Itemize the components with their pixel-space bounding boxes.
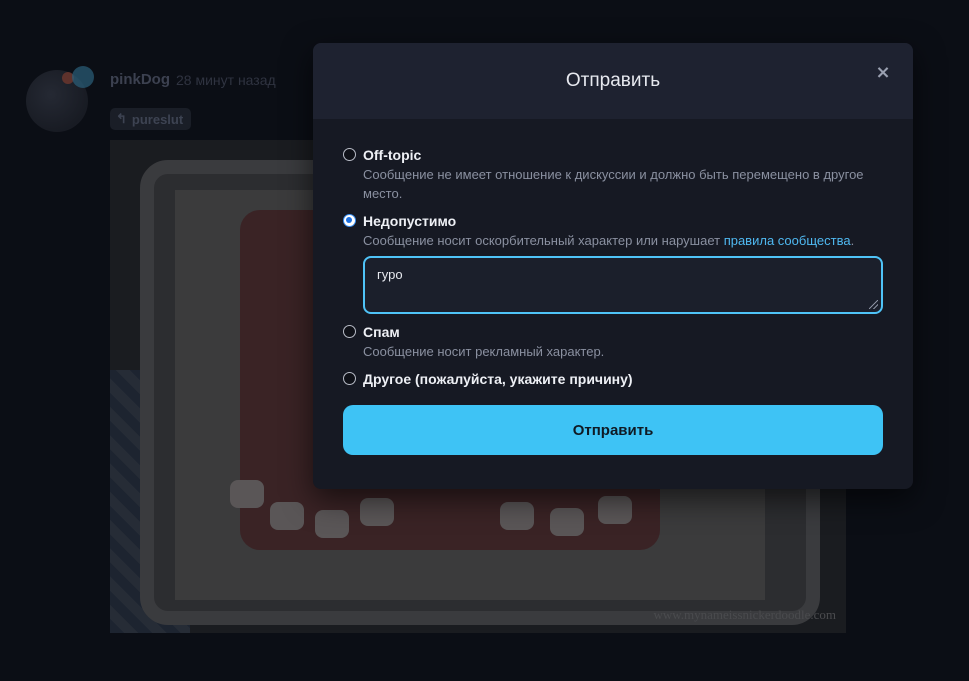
- radio-spam[interactable]: [343, 325, 356, 338]
- option-label: Другое (пожалуйста, укажите причину): [363, 371, 633, 387]
- option-label: Off-topic: [363, 147, 422, 163]
- modal-title: Отправить: [565, 70, 661, 91]
- option-label: Недопустимо: [363, 213, 457, 229]
- reason-textarea[interactable]: гуро: [363, 256, 883, 314]
- modal-header: Отправить ×: [313, 43, 913, 119]
- radio-off-topic[interactable]: [343, 148, 356, 161]
- description-end: .: [850, 233, 855, 248]
- description-text: Сообщение носит оскорбительный характер …: [363, 233, 724, 248]
- modal-body: Off-topic Сообщение не имеет отношение к…: [313, 119, 913, 455]
- reason-text: гуро: [377, 267, 403, 282]
- radio-inappropriate[interactable]: [343, 214, 356, 227]
- option-inappropriate[interactable]: Недопустимо Сообщение носит оскорбительн…: [343, 211, 883, 314]
- flag-modal: Отправить × Off-topic Сообщение не имеет…: [313, 43, 913, 489]
- option-description: Сообщение носит оскорбительный характер …: [363, 231, 883, 250]
- option-description: Сообщение носит рекламный характер.: [363, 344, 605, 359]
- close-icon[interactable]: ×: [875, 64, 891, 82]
- submit-button[interactable]: Отправить: [343, 405, 883, 455]
- community-rules-link[interactable]: правила сообщества: [724, 233, 851, 248]
- option-label: Спам: [363, 324, 400, 340]
- option-spam[interactable]: Спам Сообщение носит рекламный характер.: [343, 322, 883, 361]
- option-description: Сообщение не имеет отношение к дискуссии…: [363, 167, 864, 201]
- option-off-topic[interactable]: Off-topic Сообщение не имеет отношение к…: [343, 145, 883, 203]
- resize-grip-icon[interactable]: [869, 300, 878, 309]
- option-other[interactable]: Другое (пожалуйста, укажите причину): [343, 369, 883, 389]
- radio-other[interactable]: [343, 372, 356, 385]
